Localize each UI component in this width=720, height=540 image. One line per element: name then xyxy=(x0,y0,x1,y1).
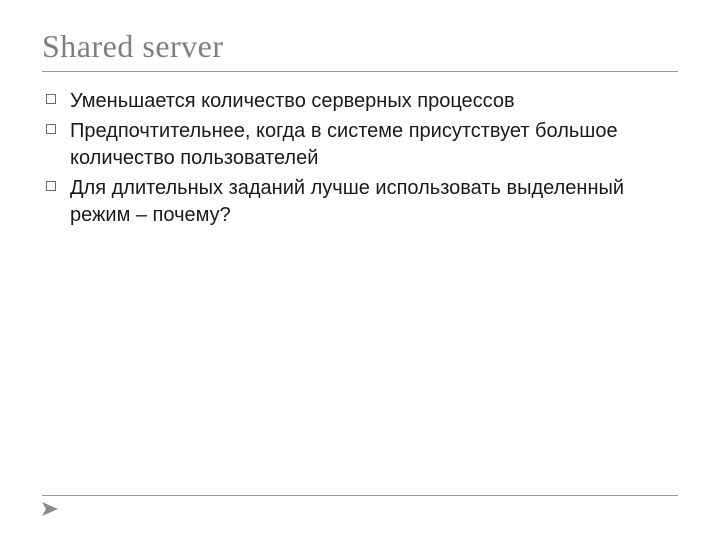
list-item: Для длительных заданий лучше использоват… xyxy=(46,175,674,228)
square-bullet-icon xyxy=(46,181,56,191)
footer-divider xyxy=(42,495,678,496)
bullet-text: Для длительных заданий лучше использоват… xyxy=(70,177,624,225)
footer xyxy=(42,495,678,516)
square-bullet-icon xyxy=(46,124,56,134)
slide-title: Shared server xyxy=(42,28,678,65)
square-bullet-icon xyxy=(46,94,56,104)
bullet-text: Уменьшается количество серверных процесс… xyxy=(70,90,515,112)
list-item: Уменьшается количество серверных процесс… xyxy=(46,88,674,114)
bullet-text: Предпочтительнее, когда в системе присут… xyxy=(70,120,618,168)
slide: Shared server Уменьшается количество сер… xyxy=(0,0,720,540)
list-item: Предпочтительнее, когда в системе присут… xyxy=(46,118,674,171)
content-area: Уменьшается количество серверных процесс… xyxy=(42,78,678,228)
next-arrow-icon xyxy=(42,502,678,516)
bullet-list: Уменьшается количество серверных процесс… xyxy=(46,88,674,228)
title-block: Shared server xyxy=(42,28,678,72)
title-divider xyxy=(42,71,678,72)
